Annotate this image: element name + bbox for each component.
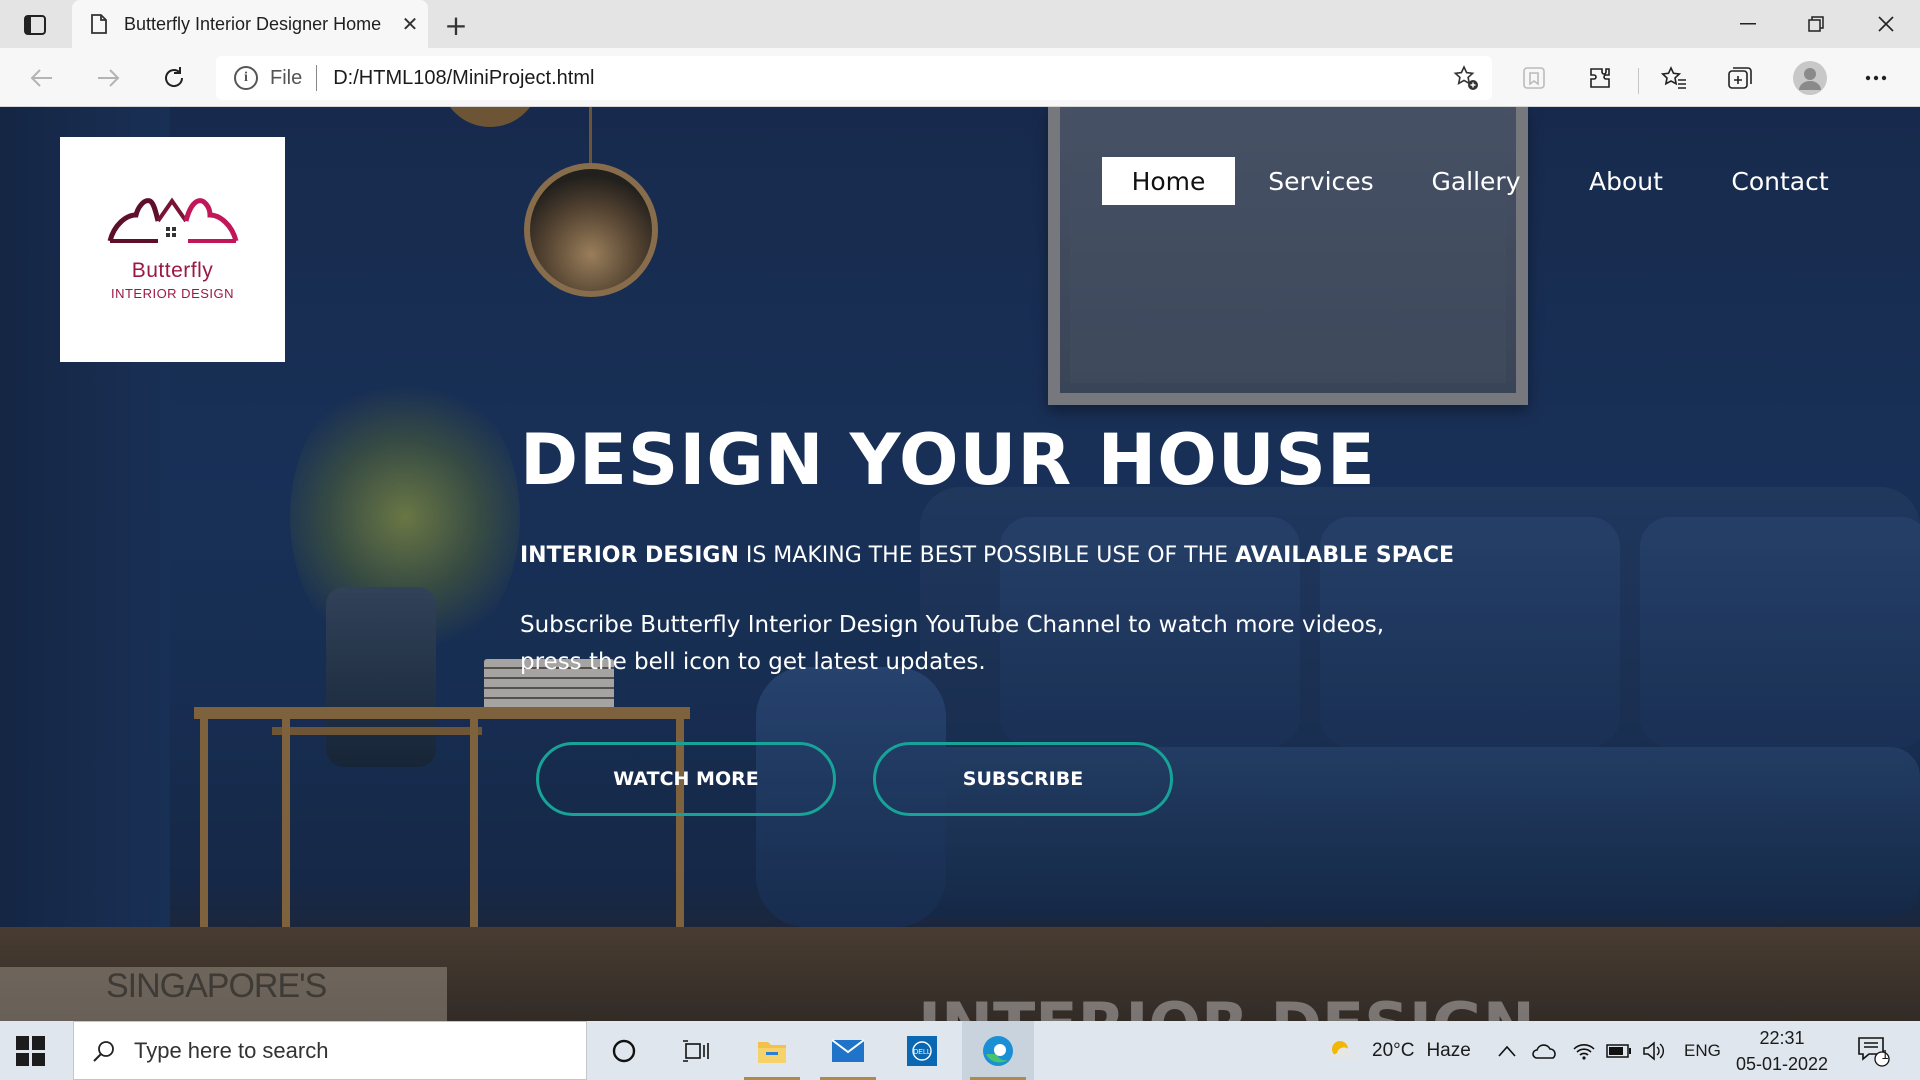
nav-services[interactable]: Services — [1256, 157, 1386, 205]
weather-sun-icon — [1330, 1040, 1356, 1057]
windows-taskbar: Type here to search DELL 20°C Haze ENG 2… — [0, 1021, 1920, 1080]
address-bar[interactable]: i File D:/HTML108/MiniProject.html — [216, 56, 1492, 100]
page-viewport: Butterfly INTERIOR DESIGN Home Services … — [0, 107, 1920, 1021]
windows-start-icon[interactable] — [16, 1036, 46, 1066]
nav-contact[interactable]: Contact — [1720, 157, 1840, 205]
file-explorer-icon[interactable] — [736, 1021, 808, 1080]
site-logo[interactable]: Butterfly INTERIOR DESIGN — [60, 137, 285, 362]
featured-banner-text: SINGAPORE'S — [106, 967, 327, 1005]
logo-tagline: INTERIOR DESIGN — [110, 286, 235, 301]
more-menu-icon[interactable] — [1858, 60, 1894, 96]
minimize-icon[interactable] — [1714, 0, 1782, 48]
tab-title: Butterfly Interior Designer Home — [124, 13, 382, 34]
notification-count: 1 — [1881, 1047, 1889, 1062]
butterfly-house-logo-icon — [107, 197, 239, 243]
browser-tab[interactable]: Butterfly Interior Designer Home ✕ — [72, 0, 428, 48]
nav-home[interactable]: Home — [1102, 157, 1235, 205]
hero-title: DESIGN YOUR HOUSE — [520, 419, 1376, 501]
profile-avatar[interactable] — [1790, 58, 1830, 98]
add-favorite-icon[interactable] — [1452, 64, 1480, 92]
address-scheme: File — [270, 66, 303, 89]
extensions-icon[interactable] — [1582, 60, 1618, 96]
hero-subtitle: INTERIOR DESIGN IS MAKING THE BEST POSSI… — [520, 543, 1454, 568]
mail-icon[interactable] — [812, 1021, 884, 1080]
refresh-icon[interactable] — [156, 60, 192, 96]
tab-close-icon[interactable]: ✕ — [398, 12, 422, 36]
wifi-icon[interactable] — [1572, 1021, 1596, 1080]
edge-browser-icon[interactable] — [962, 1021, 1034, 1080]
search-placeholder: Type here to search — [134, 1037, 329, 1063]
subscribe-button[interactable]: SUBSCRIBE — [873, 742, 1173, 816]
taskbar-search[interactable]: Type here to search — [73, 1021, 587, 1080]
section-heading: INTERIOR DESIGN — [918, 989, 1535, 1021]
restore-icon[interactable] — [1782, 0, 1850, 48]
weather-condition: Haze — [1426, 1039, 1471, 1061]
favorites-icon[interactable] — [1656, 60, 1692, 96]
address-url[interactable]: D:/HTML108/MiniProject.html — [333, 67, 594, 90]
subtitle-text: IS MAKING THE BEST POSSIBLE USE OF THE — [738, 543, 1236, 568]
notification-center-icon[interactable]: 1 — [1856, 1021, 1890, 1080]
weather-widget[interactable]: 20°C Haze — [1326, 1021, 1471, 1080]
address-divider — [316, 65, 318, 91]
tab-actions-icon[interactable] — [20, 10, 50, 40]
reading-view-icon[interactable] — [1516, 60, 1552, 96]
nav-about[interactable]: About — [1574, 157, 1678, 205]
browser-tab-bar: Butterfly Interior Designer Home ✕ + — [0, 0, 1920, 48]
clock-time: 22:31 — [1759, 1028, 1805, 1048]
system-clock[interactable]: 22:31 05-01-2022 — [1720, 1025, 1844, 1077]
page-icon — [88, 13, 110, 35]
browser-toolbar: i File D:/HTML108/MiniProject.html — [0, 48, 1920, 107]
forward-arrow-icon[interactable] — [90, 60, 126, 96]
show-hidden-icons-icon[interactable] — [1498, 1021, 1516, 1080]
watch-more-button[interactable]: WATCH MORE — [536, 742, 836, 816]
toolbar-divider — [1638, 68, 1639, 94]
search-icon — [93, 1040, 114, 1062]
battery-icon[interactable] — [1606, 1021, 1632, 1080]
nav-gallery[interactable]: Gallery — [1416, 157, 1536, 205]
hero-description: Subscribe Butterfly Interior Design YouT… — [520, 612, 1385, 675]
back-arrow-icon[interactable] — [24, 60, 60, 96]
site-info-icon[interactable]: i — [234, 66, 258, 90]
subtitle-emphasis: AVAILABLE SPACE — [1235, 543, 1455, 568]
task-view-icon[interactable] — [660, 1021, 732, 1080]
collections-icon[interactable] — [1722, 60, 1758, 96]
input-language[interactable]: ENG — [1684, 1021, 1721, 1080]
onedrive-icon[interactable] — [1532, 1021, 1558, 1080]
close-window-icon[interactable] — [1852, 0, 1920, 48]
dell-app-icon[interactable]: DELL — [886, 1021, 958, 1080]
new-tab-icon[interactable]: + — [440, 9, 472, 42]
weather-temperature: 20°C — [1372, 1039, 1415, 1061]
logo-name: Butterfly — [131, 259, 214, 282]
cortana-icon[interactable] — [588, 1021, 660, 1080]
volume-icon[interactable] — [1642, 1021, 1666, 1080]
subtitle-emphasis: INTERIOR DESIGN — [520, 543, 739, 568]
clock-date: 05-01-2022 — [1735, 1054, 1829, 1074]
svg-text:DELL: DELL — [913, 1049, 931, 1056]
